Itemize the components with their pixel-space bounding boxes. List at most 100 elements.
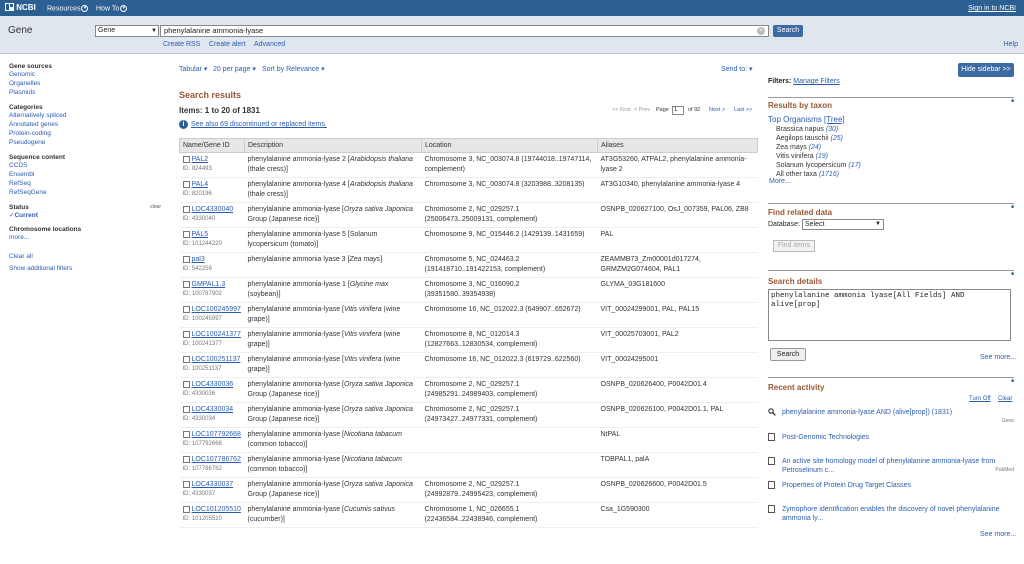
filter-annotated-genes[interactable]: Annotated genes <box>9 120 161 129</box>
row-checkbox[interactable] <box>182 155 190 163</box>
row-checkbox[interactable] <box>182 480 190 488</box>
show-additional-filters-link[interactable]: Show additional filters <box>9 264 161 273</box>
gene-name-link[interactable]: PAL5 <box>192 231 209 238</box>
gene-name-link[interactable]: LOC100245997 <box>192 306 241 313</box>
filter-pseudogene[interactable]: Pseudogene <box>9 138 161 147</box>
send-to-dropdown[interactable]: Send to: ▾ <box>721 65 753 73</box>
filter-ensembl[interactable]: Ensembl <box>9 170 161 179</box>
taxon-count[interactable]: (1716) <box>819 171 839 178</box>
status-clear-link[interactable]: clear <box>150 204 161 210</box>
clear-icon[interactable]: × <box>757 27 765 35</box>
sort-dropdown[interactable]: Sort by Relevance ▾ <box>262 65 325 73</box>
taxa-more-link[interactable]: More... <box>769 178 791 185</box>
row-checkbox[interactable] <box>182 305 190 313</box>
howto-menu[interactable]: How To ▾ <box>96 5 128 12</box>
tree-link[interactable]: [Tree] <box>824 115 845 124</box>
column-header-aliases[interactable]: Aliases <box>597 138 758 153</box>
activity-see-more[interactable]: See more... <box>980 531 1016 538</box>
gene-name-link[interactable]: PAL2 <box>192 156 209 163</box>
signin-link[interactable]: Sign in to NCBI <box>968 5 1016 12</box>
filter-organelles[interactable]: Organelles <box>9 79 161 88</box>
taxon-count[interactable]: (30) <box>826 126 838 133</box>
row-checkbox[interactable] <box>182 255 190 263</box>
create-rss-link[interactable]: Create RSS <box>163 41 200 48</box>
find-items-button[interactable]: Find items <box>773 240 815 252</box>
gene-name-link[interactable]: LOC4330037 <box>192 481 234 488</box>
column-header-name[interactable]: Name/Gene ID <box>179 138 245 153</box>
gene-name-link[interactable]: LOC4330040 <box>192 206 234 213</box>
create-alert-link[interactable]: Create alert <box>209 41 246 48</box>
taxon-count[interactable]: (24) <box>809 144 821 151</box>
page-number-input[interactable]: 1 <box>672 106 684 115</box>
row-checkbox[interactable] <box>182 505 190 513</box>
row-checkbox[interactable] <box>182 230 190 238</box>
turn-off-link[interactable]: Turn Off <box>969 396 991 402</box>
taxon-count[interactable]: (19) <box>816 153 828 160</box>
search-details-see-more[interactable]: See more... <box>980 354 1016 361</box>
portlet-collapse-icon[interactable]: ■ <box>1011 271 1014 277</box>
row-checkbox[interactable] <box>182 430 190 438</box>
gene-name-link[interactable]: LOC4330036 <box>192 381 234 388</box>
gene-name-link[interactable]: LOC107786762 <box>192 456 241 463</box>
gene-name-link[interactable]: PAL4 <box>192 181 209 188</box>
column-header-location[interactable]: Location <box>421 138 598 153</box>
search-button[interactable]: Search <box>773 25 803 37</box>
search-details-textarea[interactable]: phenylalanine ammonia lyase[All Fields] … <box>768 289 1011 341</box>
search-input[interactable]: phenylalanine ammonia-lyase × <box>160 25 769 37</box>
taxon-item[interactable]: Solanum lycopersicum (17) <box>776 161 861 170</box>
recent-activity-link[interactable]: Zymophore identification enables the dis… <box>782 505 1002 523</box>
gene-name-link[interactable]: LOC4330034 <box>192 406 234 413</box>
gene-name-link[interactable]: LOC100251137 <box>192 356 241 363</box>
row-checkbox[interactable] <box>182 205 190 213</box>
prev-page-link[interactable]: < Prev <box>634 107 650 113</box>
filter-alternatively-spliced[interactable]: Alternatively spliced <box>9 111 161 120</box>
clear-all-link[interactable]: Clear all <box>9 252 161 261</box>
chrom-more-link[interactable]: more... <box>9 233 161 242</box>
portlet-collapse-icon[interactable]: ■ <box>1011 204 1014 210</box>
format-dropdown[interactable]: Tabular ▾ <box>179 65 207 73</box>
last-page-link[interactable]: Last >> <box>734 107 752 113</box>
row-checkbox[interactable] <box>182 180 190 188</box>
row-checkbox[interactable] <box>182 380 190 388</box>
row-checkbox[interactable] <box>182 330 190 338</box>
gene-name-link[interactable]: LOC101205510 <box>192 506 241 513</box>
recent-activity-link[interactable]: phenylalanine ammonia-lyase AND (alive[p… <box>782 408 1002 417</box>
taxon-count[interactable]: (25) <box>830 135 842 142</box>
taxon-item[interactable]: Brassica napus (30) <box>776 125 861 134</box>
top-organisms-link[interactable]: Top Organisms <box>768 115 822 124</box>
row-checkbox[interactable] <box>182 355 190 363</box>
portlet-collapse-icon[interactable]: ■ <box>1011 98 1014 104</box>
hide-sidebar-button[interactable]: Hide sidebar >> <box>958 63 1014 77</box>
advanced-link[interactable]: Advanced <box>254 41 285 48</box>
gene-name-link[interactable]: pal3 <box>192 256 205 263</box>
filter-refseqgene[interactable]: RefSeqGene <box>9 188 161 197</box>
gene-name-link[interactable]: GMPAL1.3 <box>192 281 226 288</box>
filter-current[interactable]: ✓Current <box>9 211 161 219</box>
resources-menu[interactable]: Resources ▾ <box>47 5 89 12</box>
row-checkbox[interactable] <box>182 455 190 463</box>
portlet-collapse-icon[interactable]: ■ <box>1011 378 1014 384</box>
taxon-item[interactable]: Aegilops tauschii (25) <box>776 134 861 143</box>
recent-activity-link[interactable]: Post-Genomic Technologies <box>782 433 1002 442</box>
taxon-item[interactable]: Zea mays (24) <box>776 143 861 152</box>
filter-refseq[interactable]: RefSeq <box>9 179 161 188</box>
discontinued-link[interactable]: See also 69 discontinued or replaced ite… <box>191 121 327 128</box>
row-checkbox[interactable] <box>182 405 190 413</box>
per-page-dropdown[interactable]: 20 per page ▾ <box>213 65 256 73</box>
first-page-link[interactable]: << First <box>612 107 631 113</box>
next-page-link[interactable]: Next > <box>709 107 725 113</box>
taxon-count[interactable]: (17) <box>848 162 860 169</box>
ncbi-logo[interactable]: NCBI <box>5 3 36 12</box>
row-checkbox[interactable] <box>182 280 190 288</box>
filter-ccds[interactable]: CCDS <box>9 161 161 170</box>
gene-name-link[interactable]: LOC100241377 <box>192 331 241 338</box>
column-header-description[interactable]: Description <box>244 138 422 153</box>
help-link[interactable]: Help <box>1004 41 1018 48</box>
taxon-item[interactable]: Vitis vinifera (19) <box>776 152 861 161</box>
recent-activity-link[interactable]: Properties of Protein Drug Target Classe… <box>782 481 1002 490</box>
filter-plasmids[interactable]: Plasmids <box>9 88 161 97</box>
database-select[interactable]: Gene ▼ <box>95 25 159 37</box>
recent-activity-link[interactable]: An active site homology model of phenyla… <box>782 457 1002 475</box>
related-database-select[interactable]: Select ▼ <box>802 219 884 230</box>
filter-protein-coding[interactable]: Protein-coding <box>9 129 161 138</box>
